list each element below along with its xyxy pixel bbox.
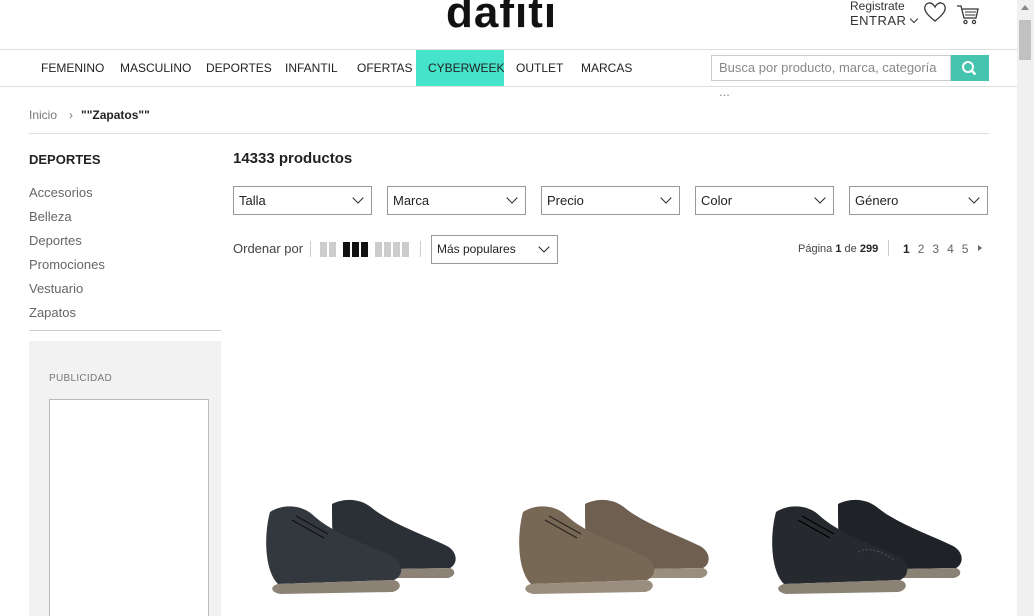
filter-label: Color [701,193,733,208]
search-input[interactable]: Busca por producto, marca, categoría ... [711,55,951,99]
enter-button[interactable]: ENTRAR [850,13,919,28]
pagination-pages: 1 2 3 4 5 [903,242,968,256]
ad-label: PUBLICIDAD [49,373,113,384]
chevron-down-icon [506,192,518,204]
divider [310,241,311,257]
product-image[interactable] [505,490,715,610]
divider [888,240,889,256]
breadcrumb-current: ""Zapatos"" [81,108,150,122]
heart-icon[interactable] [922,0,948,24]
search-button[interactable] [951,55,989,81]
search-icon [962,61,977,76]
nav-item-femenino[interactable]: FEMENINO [29,50,116,86]
product-image[interactable] [252,490,462,610]
next-page-icon[interactable] [978,245,982,251]
grid-2-cols-icon[interactable] [320,242,336,257]
chevron-down-icon [352,192,364,204]
nav-item-ofertas[interactable]: OFERTAS [345,50,425,86]
chevron-down-icon [910,14,919,24]
sidebar-item-deportes[interactable]: Deportes [29,234,105,258]
order-label: Ordenar por [233,241,304,256]
filter-label: Marca [393,193,430,208]
divider [420,241,421,257]
filter-label: Talla [239,193,266,208]
main-nav: FEMENINO MASCULINO DEPORTES INFANTIL OFE… [0,50,1017,99]
sidebar-title: DEPORTES [29,152,101,167]
scroll-up-icon[interactable] [1021,5,1029,10]
pagination-info: Página 1 de 299 [798,243,878,255]
sort-select[interactable]: Más populares [431,235,558,264]
sidebar-category-list: Accesorios Belleza Deportes Promociones … [29,186,105,330]
chevron-down-icon [968,192,980,204]
page-link[interactable]: 4 [947,242,954,256]
chevron-down-icon [660,192,672,204]
page-link[interactable]: 3 [932,242,939,256]
chevron-right-icon: › [69,108,74,122]
page-link[interactable]: 1 [903,242,910,256]
breadcrumb: Inicio › ""Zapatos"" [29,108,150,122]
grid-4-cols-icon[interactable] [375,242,409,257]
sidebar-item-belleza[interactable]: Belleza [29,210,105,234]
page-link[interactable]: 5 [962,242,969,256]
chevron-down-icon [814,192,826,204]
sidebar-item-zapatos[interactable]: Zapatos [29,306,105,330]
ad-frame[interactable] [49,399,209,616]
filter-talla[interactable]: Talla [233,186,372,215]
page-link[interactable]: 2 [918,242,925,256]
cart-icon[interactable] [955,2,981,26]
nav-item-deportes[interactable]: DEPORTES [194,50,284,86]
nav-item-masculino[interactable]: MASCULINO [108,50,203,86]
pagination-of: de [844,243,857,255]
filter-genero[interactable]: Género [849,186,988,215]
pagination-current: 1 [835,243,842,255]
sidebar-item-accesorios[interactable]: Accesorios [29,186,105,210]
divider [29,330,221,331]
filter-label: Género [855,193,899,208]
register-link[interactable]: Registrate [850,0,905,13]
sidebar-item-vestuario[interactable]: Vestuario [29,282,105,306]
scroll-thumb[interactable] [1019,20,1031,60]
ad-panel: PUBLICIDAD [29,341,221,616]
site-header: dafiti Registrate ENTRAR [0,0,1017,50]
sort-value: Más populares [437,242,516,256]
product-count: 14333 productos [233,150,353,167]
scrollbar[interactable] [1017,0,1034,616]
divider [29,133,989,134]
grid-3-cols-icon[interactable] [343,242,368,257]
filter-label: Precio [547,193,584,208]
filter-precio[interactable]: Precio [541,186,680,215]
filter-marca[interactable]: Marca [387,186,526,215]
chevron-down-icon [538,241,550,253]
breadcrumb-home[interactable]: Inicio [29,108,57,122]
filter-color[interactable]: Color [695,186,834,215]
nav-item-cyberweek[interactable]: CYBERWEEK [416,50,504,86]
product-image[interactable] [758,490,968,610]
account-menu[interactable]: Registrate ENTRAR [850,0,919,28]
nav-item-marcas[interactable]: MARCAS [569,50,644,86]
nav-item-outlet[interactable]: OUTLET [504,50,575,86]
pagination-prefix: Página [798,243,833,255]
nav-item-infantil[interactable]: INFANTIL [273,50,350,86]
enter-label: ENTRAR [850,13,907,28]
logo[interactable]: dafiti [446,0,557,38]
pagination-total: 299 [859,243,879,255]
sidebar-item-promociones[interactable]: Promociones [29,258,105,282]
